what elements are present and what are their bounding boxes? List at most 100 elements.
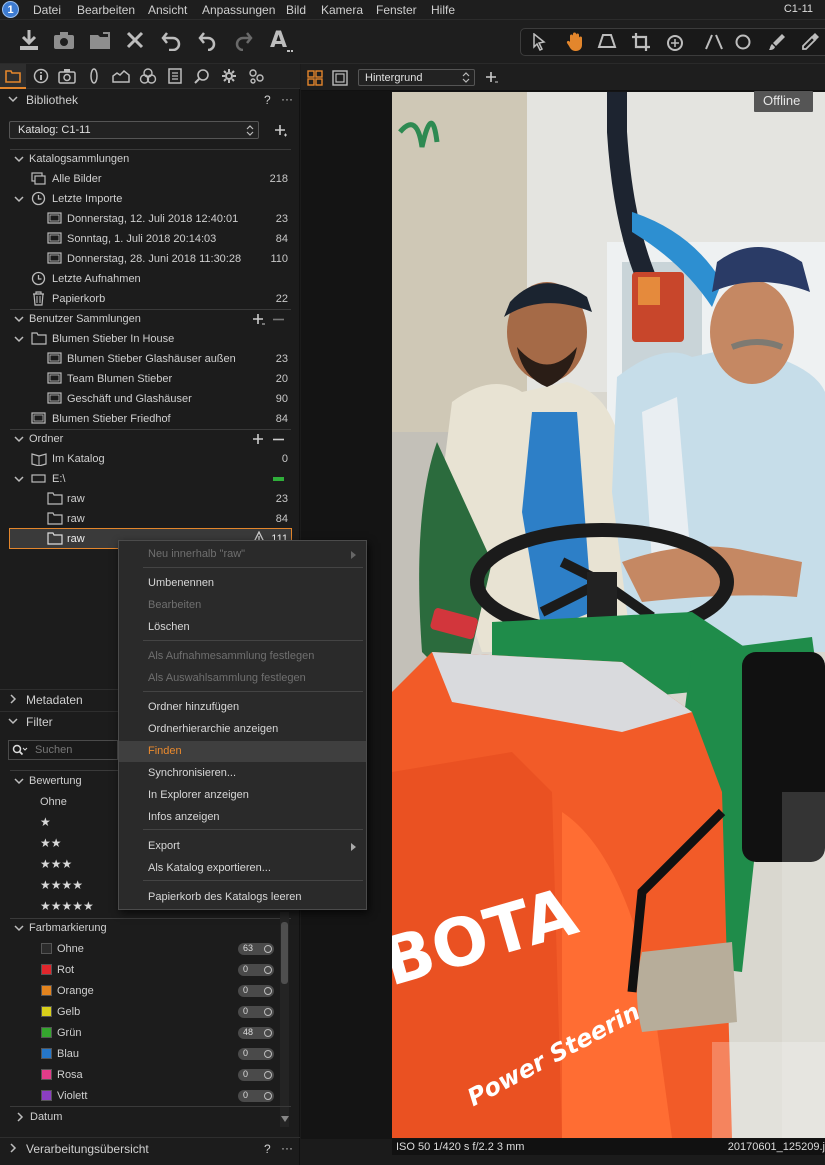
menu-add-folder[interactable]: Ordner hinzufügen [119,697,366,718]
search-tab-icon[interactable] [194,68,210,84]
catalog-collections-header[interactable]: Katalogsammlungen [0,149,300,169]
count-pill[interactable]: 0 [238,1069,274,1081]
remove-folder-icon[interactable] [273,438,284,441]
color-label-filter-item[interactable]: Blau 0 [0,1044,300,1064]
capture-tab-icon[interactable] [58,68,76,84]
auto-adjust-icon[interactable]: A [270,27,294,55]
processing-summary-header[interactable]: Verarbeitungsübersicht ? ··· [0,1139,300,1159]
import-item[interactable]: Sonntag, 1. Juli 2018 20:14:03 84 [0,229,300,249]
color-label-filter-item[interactable]: Rosa 0 [0,1065,300,1085]
menu-bild[interactable]: Bild [286,3,306,17]
count-pill[interactable]: 0 [238,985,274,997]
color-label-filter-item[interactable]: Grün 48 [0,1023,300,1043]
background-select[interactable]: Hintergrund [358,69,475,86]
rating-4-stars[interactable]: ★★★★ [40,878,83,892]
user-collection-in-house[interactable]: Blumen Stieber In House [0,329,300,349]
circle-tool-icon[interactable] [734,33,752,51]
help-button[interactable]: ? [264,93,271,107]
grid-view-icon[interactable] [307,70,323,86]
count-pill[interactable]: 0 [238,1048,274,1060]
date-filter-header[interactable]: Datum [0,1107,300,1127]
photo[interactable]: BOTA Power Steering [392,92,825,1138]
count-pill[interactable]: 0 [238,1006,274,1018]
rating-2-stars[interactable]: ★★ [40,836,62,850]
menu-delete[interactable]: Löschen [119,617,366,638]
color-label-filter-header[interactable]: Farbmarkierung [0,918,300,938]
keystone-icon[interactable] [597,33,619,51]
folder-in-catalog[interactable]: Im Katalog 0 [0,449,300,469]
album-item[interactable]: Blumen Stieber Glashäuser außen 23 [0,349,300,369]
composition-tab-icon[interactable] [112,68,130,84]
settings-tab-icon[interactable] [221,68,237,84]
camera-icon[interactable] [53,30,75,50]
color-label-filter-item[interactable]: Violett 0 [0,1086,300,1106]
count-pill[interactable]: 0 [238,964,274,976]
add-folder-icon[interactable] [252,433,264,445]
library-header[interactable]: Bibliothek ? ··· [0,90,300,110]
delete-icon[interactable] [126,31,144,49]
color-tab-icon[interactable] [139,68,157,84]
more-button[interactable]: ··· [281,92,293,106]
menu-show-in-explorer[interactable]: In Explorer anzeigen [119,785,366,806]
color-label-filter-item[interactable]: Orange 0 [0,981,300,1001]
user-collections-header[interactable]: Benutzer Sammlungen [0,309,300,329]
redo-icon[interactable] [234,29,254,51]
menu-empty-trash[interactable]: Papierkorb des Katalogs leeren [119,887,366,908]
add-view-icon[interactable] [485,71,499,85]
brush-icon[interactable] [766,32,788,52]
menu-rename[interactable]: Umbenennen [119,573,366,594]
add-catalog-icon[interactable] [274,124,288,138]
album-item[interactable]: Blumen Stieber Friedhof 84 [0,409,300,429]
collection-recent-captures[interactable]: Letzte Aufnahmen [0,269,300,289]
menu-datei[interactable]: Datei [33,3,61,17]
count-pill[interactable]: 48 [238,1027,274,1039]
rating-3-stars[interactable]: ★★★ [40,857,72,871]
batch-tab-icon[interactable] [248,68,266,84]
lens-tab-icon[interactable] [88,68,100,84]
import-item[interactable]: Donnerstag, 12. Juli 2018 12:40:01 23 [0,209,300,229]
folder-item[interactable]: raw 23 [0,489,300,509]
import-item[interactable]: Donnerstag, 28. Juni 2018 11:30:28 110 [0,249,300,269]
import-icon[interactable] [18,28,40,52]
pan-hand-icon[interactable] [565,32,587,52]
move-folder-icon[interactable] [89,30,113,50]
info-tab-icon[interactable] [33,68,49,84]
color-label-filter-item[interactable]: Gelb 0 [0,1002,300,1022]
collection-recent-imports[interactable]: Letzte Importe [0,189,300,209]
album-item[interactable]: Geschäft und Glashäuser 90 [0,389,300,409]
menu-hilfe[interactable]: Hilfe [431,3,455,17]
crop-icon[interactable] [631,32,651,52]
menu-show-hierarchy[interactable]: Ordnerhierarchie anzeigen [119,719,366,740]
remove-collection-icon[interactable] [273,318,284,321]
drive-e[interactable]: E:\ [0,469,300,489]
color-picker-icon[interactable] [800,32,820,52]
collection-all-images[interactable]: Alle Bilder 218 [0,169,300,189]
details-tab-icon[interactable] [167,68,183,84]
rating-5-stars[interactable]: ★★★★★ [40,899,94,913]
processing-help-button[interactable]: ? [264,1142,271,1156]
processing-more-button[interactable]: ··· [281,1141,293,1155]
folders-header[interactable]: Ordner [0,429,300,449]
menu-kamera[interactable]: Kamera [321,3,363,17]
collection-trash[interactable]: Papierkorb 22 [0,289,300,309]
menu-synchronize[interactable]: Synchronisieren... [119,763,366,784]
add-collection-icon[interactable] [252,313,266,326]
count-pill[interactable]: 0 [238,1090,274,1102]
undo-icon[interactable] [197,29,217,51]
catalog-select[interactable]: Katalog: C1-11 [9,121,259,139]
menu-anpassungen[interactable]: Anpassungen [202,3,275,17]
color-label-filter-item[interactable]: Rot 0 [0,960,300,980]
album-item[interactable]: Team Blumen Stieber 20 [0,369,300,389]
folder-item[interactable]: raw 84 [0,509,300,529]
menu-fenster[interactable]: Fenster [376,3,417,17]
menu-find[interactable]: Finden [119,741,366,762]
menu-export-catalog[interactable]: Als Katalog exportieren... [119,858,366,879]
undo-history-icon[interactable] [160,29,182,51]
scrollbar-thumb[interactable] [281,922,288,984]
tab-library[interactable] [0,64,26,89]
count-pill[interactable]: 63 [238,943,274,955]
menu-show-info[interactable]: Infos anzeigen [119,807,366,828]
rating-1-star[interactable]: ★ [40,815,51,829]
menu-export[interactable]: Export [119,836,366,857]
single-view-icon[interactable] [332,70,348,86]
